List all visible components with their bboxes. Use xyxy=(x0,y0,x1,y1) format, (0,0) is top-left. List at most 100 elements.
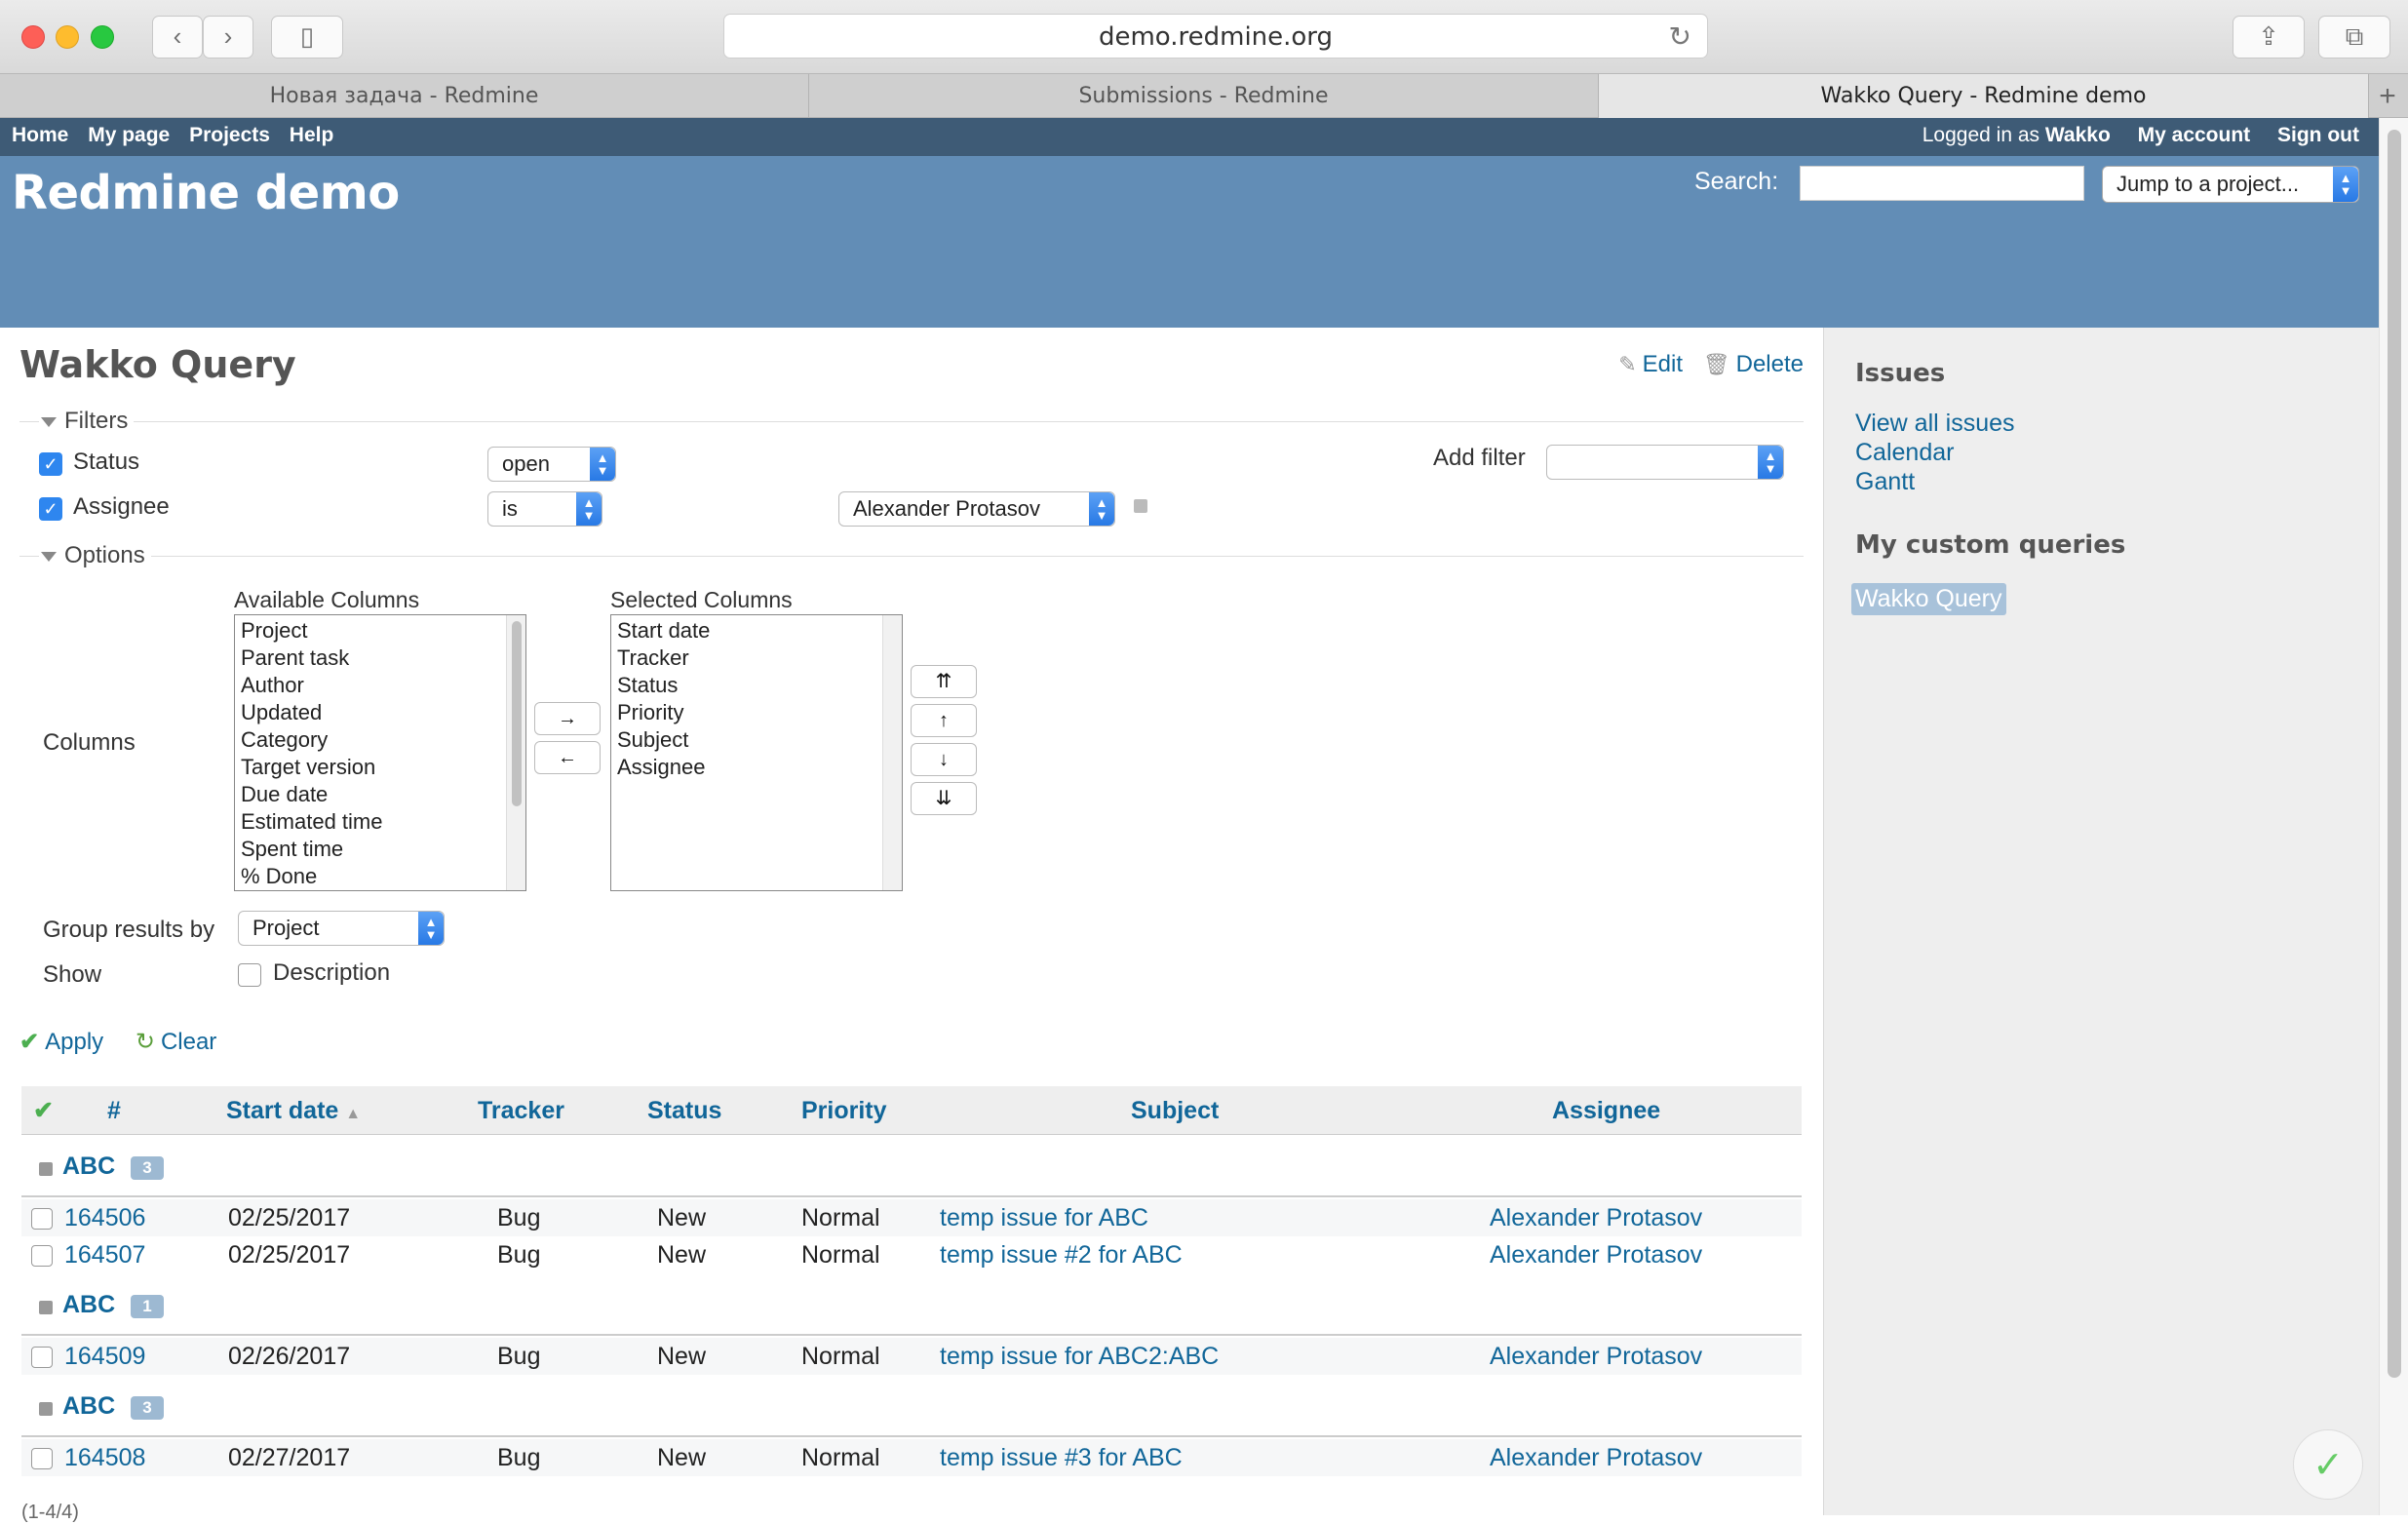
listbox-scrollbar[interactable] xyxy=(506,615,525,890)
show-description-checkbox[interactable] xyxy=(238,963,261,987)
filter-assignee-checkbox[interactable]: ✓ xyxy=(39,497,62,521)
move-bottom-button[interactable]: ⇊ xyxy=(911,782,977,815)
scrollbar-thumb[interactable] xyxy=(512,621,522,806)
group-name[interactable]: ABC xyxy=(62,1392,115,1421)
toggle-multiselect-icon[interactable] xyxy=(1134,499,1147,513)
column-header-assignee[interactable]: Assignee xyxy=(1552,1086,1660,1135)
tab-new-issue[interactable]: Новая задача - Redmine xyxy=(0,74,809,118)
filter-status-checkbox[interactable]: ✓ xyxy=(39,452,62,476)
subject-link[interactable]: temp issue for ABC xyxy=(940,1199,1148,1236)
issue-id-link[interactable]: 164509 xyxy=(64,1338,145,1375)
group-name[interactable]: ABC xyxy=(62,1153,115,1181)
list-item[interactable]: Start date xyxy=(617,617,896,645)
close-window-button[interactable] xyxy=(21,25,45,49)
subject-link[interactable]: temp issue for ABC2:ABC xyxy=(940,1338,1219,1375)
user-link[interactable]: Wakko xyxy=(2045,124,2111,146)
list-item[interactable]: Category xyxy=(241,726,520,754)
list-item[interactable]: Project xyxy=(241,617,520,645)
menu-my-page[interactable]: My page xyxy=(88,124,170,146)
edit-link[interactable]: Edit xyxy=(1643,351,1683,377)
collapse-group-icon[interactable] xyxy=(39,1301,53,1314)
subject-link[interactable]: temp issue #2 for ABC xyxy=(940,1236,1183,1273)
list-item[interactable]: Assignee xyxy=(617,754,896,781)
back-button[interactable]: ‹ xyxy=(152,16,203,59)
address-bar[interactable]: demo.redmine.org ↻ xyxy=(723,14,1708,59)
list-item[interactable]: % Done xyxy=(241,863,520,890)
group-name[interactable]: ABC xyxy=(62,1291,115,1319)
add-filter-select[interactable]: ▲ ▼ xyxy=(1546,445,1784,480)
filters-legend[interactable]: Filters xyxy=(39,408,135,435)
toggle-all-checkbox-icon[interactable]: ✔ xyxy=(33,1086,54,1135)
table-row[interactable]: 164508 02/27/2017 Bug New Normal temp is… xyxy=(21,1439,1802,1476)
sidebar-gantt[interactable]: Gantt xyxy=(1855,468,1915,496)
column-header-tracker[interactable]: Tracker xyxy=(478,1086,564,1135)
menu-projects[interactable]: Projects xyxy=(189,124,270,146)
list-item[interactable]: Author xyxy=(241,672,520,699)
tab-wakko-query[interactable]: Wakko Query - Redmine demo xyxy=(1599,74,2369,118)
list-item[interactable]: Target version xyxy=(241,754,520,781)
column-header-start-date[interactable]: Start date ▲ xyxy=(226,1086,361,1135)
row-checkbox[interactable] xyxy=(31,1245,53,1267)
clear-link[interactable]: Clear xyxy=(161,1029,216,1055)
scrollbar-thumb[interactable] xyxy=(2388,130,2401,1378)
sign-out-link[interactable]: Sign out xyxy=(2277,124,2359,146)
list-item[interactable]: Due date xyxy=(241,781,520,808)
move-down-button[interactable]: ↓ xyxy=(911,743,977,776)
sidebar-view-all-issues[interactable]: View all issues xyxy=(1855,410,2015,438)
filter-status-operator[interactable]: open ▲ ▼ xyxy=(487,447,616,482)
list-item[interactable]: Estimated time xyxy=(241,808,520,836)
menu-home[interactable]: Home xyxy=(12,124,68,146)
row-checkbox[interactable] xyxy=(31,1208,53,1230)
list-item[interactable]: Parent task xyxy=(241,645,520,672)
assignee-link[interactable]: Alexander Protasov xyxy=(1490,1199,1702,1236)
minimize-window-button[interactable] xyxy=(56,25,79,49)
issue-id-link[interactable]: 164507 xyxy=(64,1236,145,1273)
shield-icon[interactable]: ✓ xyxy=(2293,1429,2363,1500)
list-item[interactable]: Priority xyxy=(617,699,896,726)
listbox-scrollbar[interactable] xyxy=(882,615,902,890)
sidebar-toggle-button[interactable]: ▯ xyxy=(271,16,343,59)
list-item[interactable]: Status xyxy=(617,672,896,699)
column-header-status[interactable]: Status xyxy=(647,1086,721,1135)
available-columns-list[interactable]: Project Parent task Author Updated Categ… xyxy=(234,614,526,891)
group-by-select[interactable]: Project ▲ ▼ xyxy=(238,911,445,946)
page-scrollbar[interactable] xyxy=(2379,118,2408,1515)
collapse-group-icon[interactable] xyxy=(39,1162,53,1176)
row-checkbox[interactable] xyxy=(31,1347,53,1368)
list-item[interactable]: Tracker xyxy=(617,645,896,672)
assignee-link[interactable]: Alexander Protasov xyxy=(1490,1338,1702,1375)
issue-id-link[interactable]: 164506 xyxy=(64,1199,145,1236)
forward-button[interactable]: › xyxy=(203,16,253,59)
menu-help[interactable]: Help xyxy=(290,124,334,146)
filter-assignee-operator[interactable]: is ▲ ▼ xyxy=(487,491,602,527)
move-top-button[interactable]: ⇈ xyxy=(911,665,977,698)
search-input[interactable] xyxy=(1800,166,2084,201)
apply-link[interactable]: Apply xyxy=(45,1029,103,1055)
site-title[interactable]: Redmine demo xyxy=(12,166,400,220)
table-row[interactable]: 164506 02/25/2017 Bug New Normal temp is… xyxy=(21,1199,1802,1236)
filter-assignee-value[interactable]: Alexander Protasov ▲ ▼ xyxy=(838,491,1115,527)
table-row[interactable]: 164507 02/25/2017 Bug New Normal temp is… xyxy=(21,1236,1802,1273)
delete-link[interactable]: Delete xyxy=(1736,351,1804,377)
sidebar-calendar[interactable]: Calendar xyxy=(1855,439,1954,467)
column-header-id[interactable]: # xyxy=(107,1086,121,1135)
tab-submissions[interactable]: Submissions - Redmine xyxy=(809,74,1599,118)
list-item[interactable]: Subject xyxy=(617,726,896,754)
tabs-overview-button[interactable]: ⧉ xyxy=(2318,16,2390,59)
list-item[interactable]: Spent time xyxy=(241,836,520,863)
row-checkbox[interactable] xyxy=(31,1448,53,1469)
issue-id-link[interactable]: 164508 xyxy=(64,1439,145,1476)
move-left-button[interactable]: ← xyxy=(534,741,601,774)
my-account-link[interactable]: My account xyxy=(2138,124,2251,146)
new-tab-button[interactable]: + xyxy=(2367,74,2408,118)
move-up-button[interactable]: ↑ xyxy=(911,704,977,737)
reload-icon[interactable]: ↻ xyxy=(1669,15,1691,59)
subject-link[interactable]: temp issue #3 for ABC xyxy=(940,1439,1183,1476)
table-row[interactable]: 164509 02/26/2017 Bug New Normal temp is… xyxy=(21,1338,1802,1375)
move-right-button[interactable]: → xyxy=(534,702,601,735)
column-header-priority[interactable]: Priority xyxy=(801,1086,887,1135)
assignee-link[interactable]: Alexander Protasov xyxy=(1490,1439,1702,1476)
column-header-subject[interactable]: Subject xyxy=(1131,1086,1219,1135)
options-legend[interactable]: Options xyxy=(39,542,151,569)
assignee-link[interactable]: Alexander Protasov xyxy=(1490,1236,1702,1273)
